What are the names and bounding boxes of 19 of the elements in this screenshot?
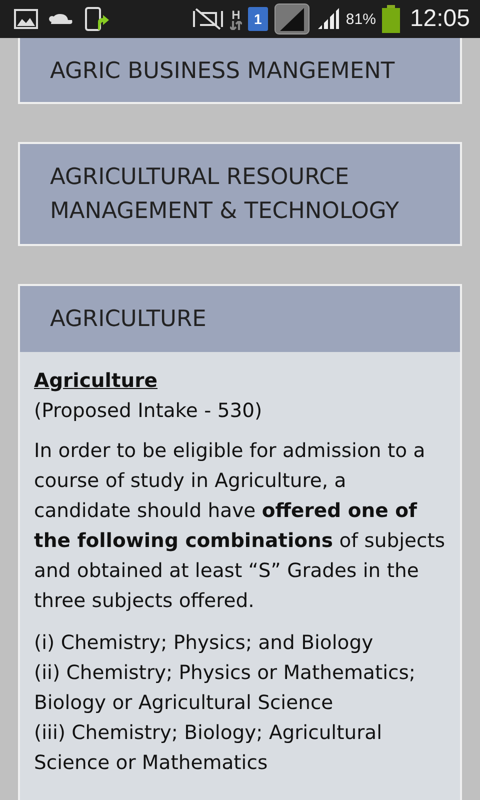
sim-badge: 1 [248, 7, 268, 31]
intake-text: (Proposed Intake - 530) [34, 398, 264, 424]
phone-upload-icon [84, 6, 110, 32]
section-header[interactable]: AGRICULTURE [20, 286, 460, 352]
network-type: H [230, 8, 242, 30]
eligibility-paragraph: In order to be eligible for admission to a course of study in Agriculture, a candidate should have offered one of the following combinations of subjects and obtained at least “S” Grades in the three subjects offered. [34, 438, 446, 614]
section-header[interactable]: AGRIC BUSINESS MANGEMENT [20, 38, 460, 102]
signal-icon [274, 3, 310, 35]
battery-icon [382, 5, 400, 33]
combination-text: (i) Chemistry; Physics; and Biology [34, 630, 374, 656]
signal-icon [316, 7, 340, 31]
clock-time: 12:05 [410, 5, 470, 33]
section-header[interactable]: AGRICULTURAL RESOURCE MANAGEMENT & TECHNOLOGY [20, 144, 460, 244]
battery-percent: 81% [346, 10, 376, 28]
course-title: Agriculture [34, 368, 158, 394]
combination-text: (iii) Chemistry; Biology; Agricultural Science or Mathematics [34, 720, 383, 776]
combination-text: (ii) Chemistry; Physics or Mathematics; Biology or Agricultural Science [34, 660, 416, 716]
vibrate-muted-icon [192, 7, 224, 31]
image-icon [14, 9, 38, 29]
